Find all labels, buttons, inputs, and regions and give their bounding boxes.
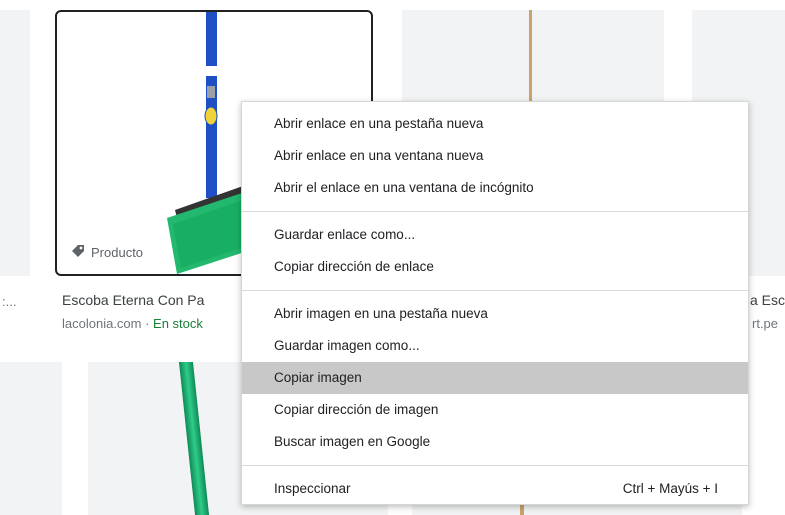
menu-separator	[242, 211, 748, 212]
product-badge: Producto	[65, 240, 152, 264]
menu-item-label: Copiar imagen	[274, 370, 362, 385]
menu-item-label: Abrir imagen en una pestaña nueva	[274, 306, 488, 321]
menu-item[interactable]: Abrir imagen en una pestaña nueva	[242, 298, 748, 330]
result-source-fragment[interactable]: rt.pe	[752, 316, 778, 331]
result-title-fragment[interactable]: a Esc	[750, 292, 785, 308]
broom-handle-image	[529, 10, 532, 102]
result-title[interactable]: Escoba Eterna Con Pa	[62, 292, 204, 308]
menu-item-label: Inspeccionar	[274, 481, 351, 496]
menu-item[interactable]: Abrir enlace en una ventana nueva	[242, 140, 748, 172]
product-badge-label: Producto	[91, 244, 144, 260]
result-source[interactable]: lacolonia.com · En stock	[62, 316, 203, 331]
menu-item-shortcut: Ctrl + Mayús + I	[622, 481, 718, 496]
menu-item-label: Guardar enlace como...	[274, 227, 416, 242]
result-image-tile[interactable]	[0, 362, 62, 515]
menu-item[interactable]: Guardar imagen como...	[242, 330, 748, 362]
menu-item-label: Abrir el enlace en una ventana de incógn…	[274, 180, 534, 195]
menu-item[interactable]: Guardar enlace como...	[242, 219, 748, 251]
menu-item-label: Abrir enlace en una pestaña nueva	[274, 116, 484, 131]
menu-item[interactable]: Abrir enlace en una pestaña nueva	[242, 108, 748, 140]
stock-status: En stock	[153, 316, 203, 331]
menu-separator	[242, 465, 748, 466]
tag-icon	[71, 244, 85, 261]
result-image-tile[interactable]	[0, 10, 30, 276]
menu-item-label: Buscar imagen en Google	[274, 434, 431, 449]
menu-item[interactable]: Copiar imagen	[242, 362, 748, 394]
menu-item-label: Copiar dirección de imagen	[274, 402, 439, 417]
menu-item[interactable]: Abrir el enlace en una ventana de incógn…	[242, 172, 748, 204]
menu-item-label: Copiar dirección de enlace	[274, 259, 434, 274]
menu-item-label: Abrir enlace en una ventana nueva	[274, 148, 484, 163]
broom-handle-image	[520, 505, 524, 515]
menu-item[interactable]: Buscar imagen en Google	[242, 426, 748, 458]
menu-item[interactable]: Copiar dirección de enlace	[242, 251, 748, 283]
context-menu: Abrir enlace en una pestaña nueva Abrir e…	[241, 101, 749, 505]
menu-item[interactable]: Copiar dirección de imagen	[242, 394, 748, 426]
menu-separator	[242, 290, 748, 291]
result-title-fragment[interactable]: :...	[2, 294, 16, 309]
menu-item[interactable]: Inspeccionar Ctrl + Mayús + I	[242, 473, 748, 505]
menu-item-label: Guardar imagen como...	[274, 338, 420, 353]
